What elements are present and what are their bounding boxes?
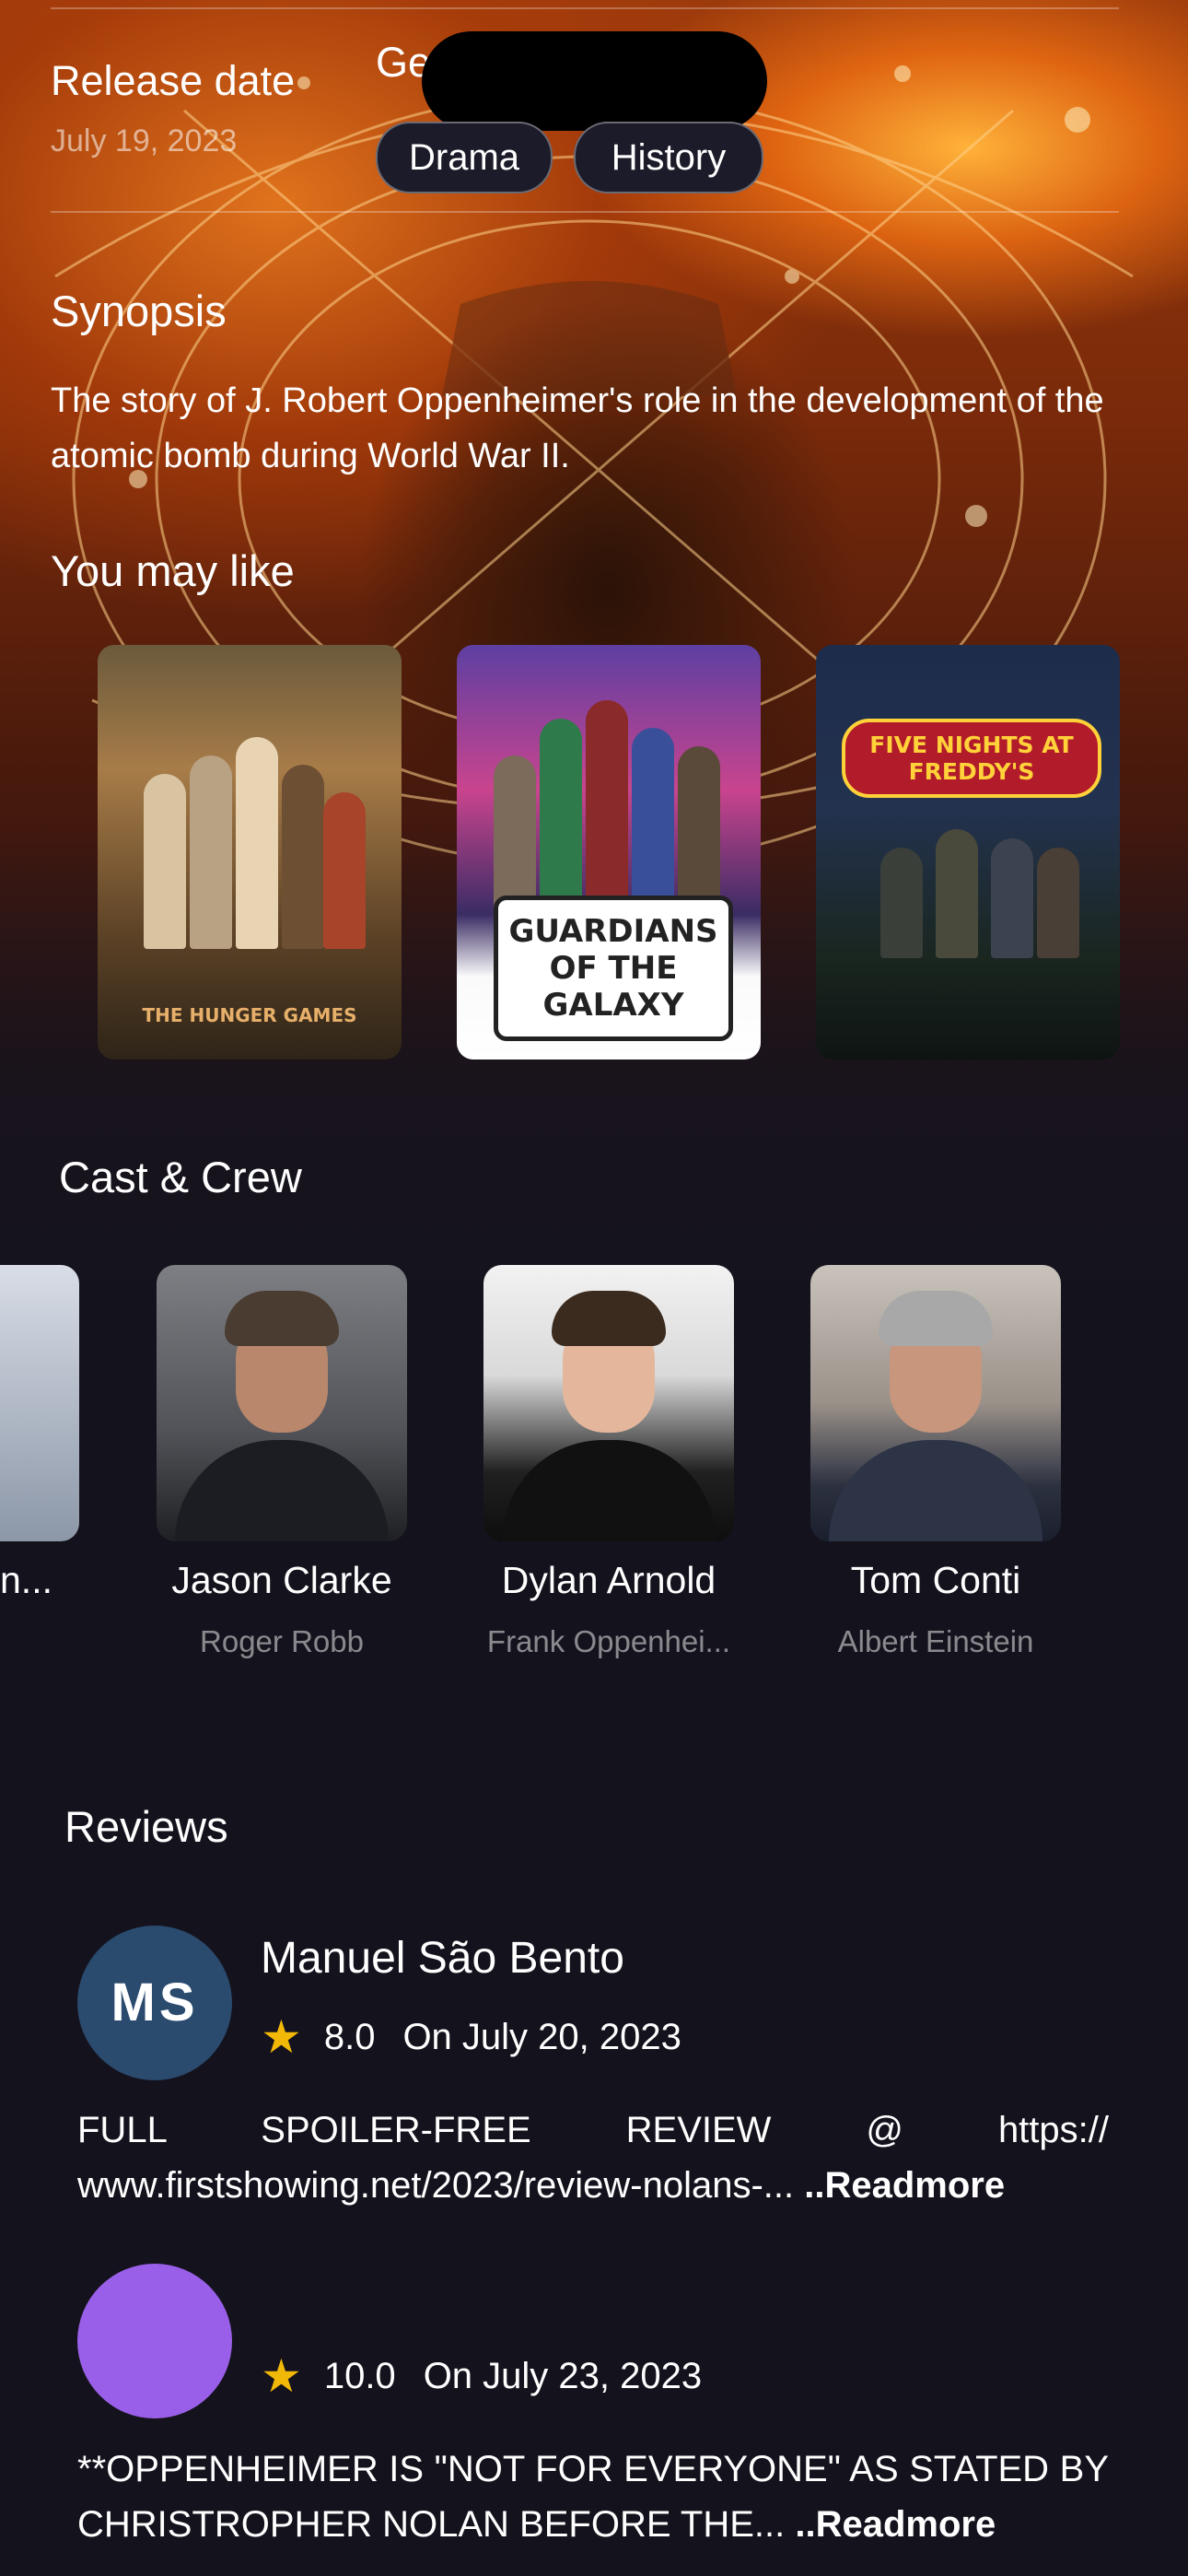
review-date: On July 20, 2023	[402, 2017, 681, 2057]
reviewer-avatar: MS	[77, 1926, 232, 2080]
recommendations-title: You may like	[51, 546, 295, 595]
cast-card-partial[interactable]	[0, 1265, 79, 1541]
genre-chip-drama[interactable]: Drama	[376, 122, 553, 193]
recommendation-poster-guardians[interactable]: GUARDIANS OF THE GALAXY	[457, 645, 761, 1060]
reviewer-avatar	[77, 2264, 232, 2418]
review-rating: 10.0	[323, 2356, 396, 2396]
cast-role: Roger Robb	[200, 1624, 364, 1658]
synopsis-text: The story of J. Robert Oppenheimer's rol…	[51, 381, 1104, 475]
poster-title: THE HUNGER GAMES	[142, 1004, 357, 1026]
poster-figures	[494, 700, 724, 921]
recommendation-poster-hunger-games[interactable]: THE HUNGER GAMES	[98, 645, 402, 1060]
dynamic-island	[422, 31, 767, 131]
reviewer-name: Manuel São Bento	[261, 1934, 624, 1983]
cast-name: Jason Clarke	[171, 1559, 392, 1601]
review-rating-row: ★ 8.0 On July 20, 2023	[261, 2010, 681, 2064]
release-date-value: July 19, 2023	[51, 123, 238, 158]
review-rating: 8.0	[323, 2017, 376, 2057]
synopsis-title: Synopsis	[51, 287, 227, 335]
cast-name: Dylan Arnold	[501, 1559, 716, 1601]
poster-figures	[134, 737, 366, 949]
review-excerpt: **OPPENHEIMER IS "NOT FOR EVERYONE" AS S…	[77, 2441, 1109, 2552]
review-excerpt: FULL SPOILER-FREE REVIEW @ https:// www.…	[77, 2102, 1109, 2213]
poster-title: GUARDIANS OF THE GALAXY	[494, 896, 733, 1041]
readmore-link[interactable]: ..Readmore	[795, 2504, 996, 2545]
review-rating-row: ★ 10.0 On July 23, 2023	[261, 2349, 702, 2403]
cast-name-partial: n...	[0, 1559, 52, 1601]
star-icon: ★	[261, 2350, 302, 2402]
cast-role: Frank Oppenhei...	[486, 1624, 731, 1658]
poster-figures	[853, 746, 1083, 958]
cast-photo-tom-conti[interactable]	[810, 1265, 1061, 1541]
cast-crew-title: Cast & Crew	[59, 1153, 302, 1201]
reviews-title: Reviews	[64, 1802, 228, 1851]
genre-chip-history[interactable]: History	[574, 122, 763, 193]
star-icon: ★	[261, 2011, 302, 2063]
section-divider	[51, 211, 1119, 213]
cast-photo-dylan-arnold[interactable]	[483, 1265, 734, 1541]
review-date: On July 23, 2023	[423, 2356, 703, 2396]
recommendation-poster-fnaf[interactable]: FIVE NIGHTS AT FREDDY'S	[816, 645, 1120, 1060]
cast-name: Tom Conti	[850, 1559, 1021, 1601]
cast-role: Albert Einstein	[837, 1624, 1034, 1658]
release-date-label: Release date	[51, 57, 296, 104]
top-divider	[51, 7, 1119, 9]
readmore-link[interactable]: ..Readmore	[804, 2165, 1005, 2206]
avatar-initials: MS	[111, 1973, 199, 2032]
cast-photo-jason-clarke[interactable]	[157, 1265, 407, 1541]
